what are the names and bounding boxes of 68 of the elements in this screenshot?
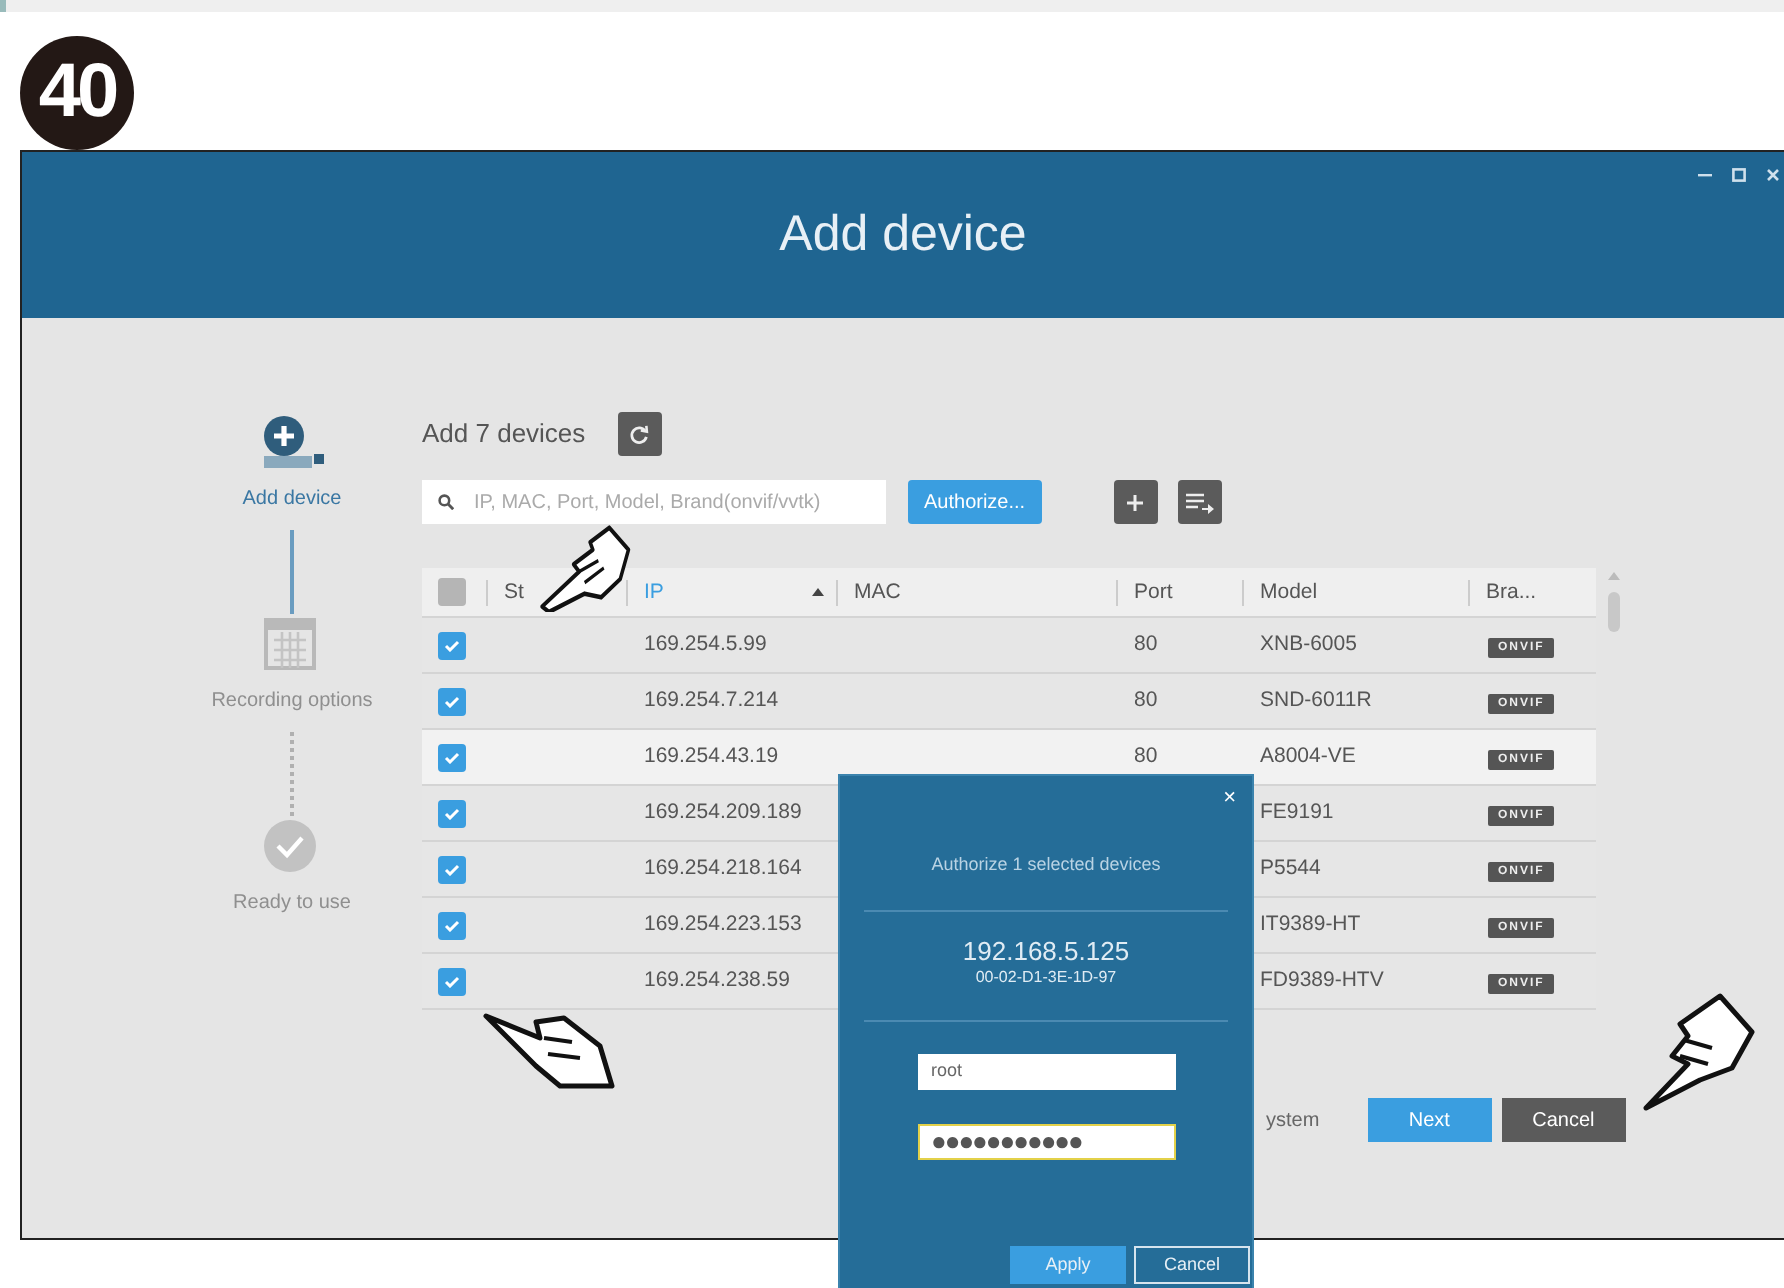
model-cell: A8004-VE	[1260, 743, 1356, 768]
checkmark-icon	[444, 639, 460, 651]
password-field[interactable]: ●●●●●●●●●●●	[917, 1123, 1175, 1160]
row-checkbox[interactable]	[438, 911, 466, 939]
column-header[interactable]: MAC	[854, 579, 901, 605]
device-ip: 192.168.5.125	[962, 937, 1130, 966]
ip-cell: 169.254.7.214	[644, 687, 779, 712]
model-cell: FD9389-HTV	[1260, 967, 1384, 992]
checkmark-icon	[444, 807, 460, 819]
ip-cell: 169.254.218.164	[644, 855, 802, 880]
device-mac: 00-02-D1-3E-1D-97	[975, 965, 1117, 990]
column-header[interactable]: St	[504, 579, 524, 605]
checkmark-icon	[444, 695, 460, 707]
close-button[interactable]: ×	[1223, 788, 1236, 810]
search-field[interactable]: IP, MAC, Port, Model, Brand(onvif/vvtk)	[422, 480, 886, 524]
row-checkbox[interactable]	[438, 687, 466, 715]
scroll-up-icon[interactable]	[1608, 572, 1620, 580]
row-checkbox[interactable]	[438, 631, 466, 659]
list-arrow-icon	[1185, 491, 1214, 513]
checkmark-icon	[444, 863, 460, 875]
ip-cell: 169.254.209.189	[644, 799, 802, 824]
pointing-hand-icon	[480, 1010, 620, 1090]
minimize-icon[interactable]	[1698, 168, 1712, 182]
refresh-icon	[628, 423, 651, 445]
select-all-checkbox[interactable]	[438, 578, 466, 606]
checkmark-icon	[444, 919, 460, 931]
step-number: 40	[20, 36, 134, 150]
column-header[interactable]: Port	[1134, 579, 1173, 605]
port-cell: 80	[1134, 687, 1158, 712]
dialog-title: Authorize 1 selected devices	[931, 852, 1161, 878]
ip-cell: 169.254.238.59	[644, 967, 790, 992]
pointing-hand-icon	[1640, 988, 1760, 1112]
search-icon	[438, 494, 454, 510]
model-cell: P5544	[1260, 855, 1321, 880]
import-list-button[interactable]	[1177, 480, 1222, 524]
ip-cell: 169.254.223.153	[644, 911, 802, 936]
column-header[interactable]: Model	[1260, 579, 1318, 605]
ip-cell: 169.254.43.19	[644, 743, 779, 768]
sort-arrow-icon[interactable]	[812, 588, 824, 596]
cancel-button[interactable]: Cancel	[1501, 1098, 1626, 1142]
checkmark-icon	[444, 751, 460, 763]
row-checkbox[interactable]	[438, 967, 466, 995]
maximize-icon[interactable]	[1732, 168, 1746, 182]
row-checkbox[interactable]	[438, 855, 466, 883]
scroll-thumb[interactable]	[1608, 592, 1620, 632]
heading: Add 7 devices	[422, 416, 586, 453]
checkmark-icon	[444, 975, 460, 987]
close-icon[interactable]	[1766, 168, 1780, 182]
row-checkbox[interactable]	[438, 799, 466, 827]
ip-cell: 169.254.5.99	[644, 631, 767, 656]
row-checkbox[interactable]	[438, 743, 466, 771]
add-device-icon	[258, 412, 326, 472]
port-cell: 80	[1134, 631, 1158, 656]
step-label[interactable]: Add device	[242, 484, 342, 514]
model-cell: SND-6011R	[1260, 687, 1372, 712]
cancel-button[interactable]: Cancel	[1134, 1246, 1250, 1284]
model-cell: IT9389-HT	[1260, 911, 1361, 936]
username-field[interactable]: root	[917, 1053, 1175, 1090]
model-cell: XNB-6005	[1260, 631, 1357, 656]
plus-icon	[1126, 493, 1145, 511]
add-button[interactable]	[1113, 480, 1158, 524]
pointing-hand-icon	[538, 524, 634, 612]
model-cell: FE9191	[1260, 799, 1334, 824]
footer-text: ystem	[1266, 1107, 1320, 1135]
port-cell: 80	[1134, 743, 1158, 768]
column-header[interactable]: Bra...	[1486, 579, 1537, 605]
refresh-button[interactable]	[617, 412, 662, 456]
window-title: Add device	[779, 203, 1027, 266]
